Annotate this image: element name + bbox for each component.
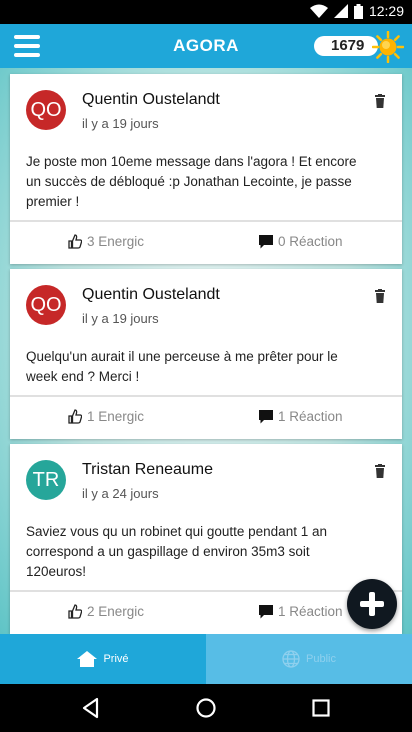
- author-name: Quentin Oustelandt: [82, 286, 220, 303]
- energic-count: 2 Energic: [87, 604, 145, 619]
- comment-icon: [259, 234, 273, 248]
- post-card: QO Quentin Oustelandt il y a 19 jours Je…: [10, 74, 402, 264]
- avatar: QO: [26, 90, 66, 130]
- post-card: TR Tristan Reneaume il y a 24 jours Savi…: [10, 444, 402, 634]
- reaction-button[interactable]: 0 Réaction: [259, 234, 343, 249]
- tab-bar: Privé Public: [0, 634, 412, 684]
- status-time: 12:29: [368, 3, 404, 19]
- energic-button[interactable]: 1 Energic: [68, 409, 144, 424]
- message-line: 120euros!: [26, 564, 87, 579]
- author-name: Tristan Reneaume: [82, 461, 214, 478]
- reaction-count: 1 Réaction: [278, 604, 343, 619]
- post-message: Quelqu'un aurait il une perceuse à me pr…: [26, 347, 386, 387]
- globe-icon: [282, 650, 300, 668]
- reaction-count: 0 Réaction: [278, 234, 343, 249]
- energy-score: 1679: [314, 36, 378, 56]
- tab-public[interactable]: Public: [206, 634, 412, 684]
- reaction-button[interactable]: 1 Réaction: [259, 604, 343, 619]
- tab-public-label: Public: [306, 653, 336, 665]
- thumbs-up-icon: [68, 234, 82, 249]
- post-feed[interactable]: QO Quentin Oustelandt il y a 19 jours Je…: [0, 68, 412, 634]
- signal-icon: [333, 4, 348, 18]
- author-name: Quentin Oustelandt: [82, 91, 220, 108]
- recents-icon[interactable]: [309, 696, 333, 720]
- energic-button[interactable]: 3 Energic: [68, 234, 144, 249]
- trash-icon[interactable]: [374, 464, 386, 478]
- message-line: premier !: [26, 194, 80, 209]
- thumbs-up-icon: [68, 409, 82, 424]
- message-line: Je poste mon 10eme message dans l'agora …: [26, 154, 357, 169]
- reaction-count: 1 Réaction: [278, 409, 343, 424]
- post-time: il y a 24 jours: [82, 486, 159, 501]
- divider: [10, 220, 402, 222]
- trash-icon[interactable]: [374, 289, 386, 303]
- comment-icon: [259, 409, 273, 423]
- post-message: Je poste mon 10eme message dans l'agora …: [26, 152, 386, 212]
- post-time: il y a 19 jours: [82, 116, 159, 131]
- app-bar: AGORA 1679: [0, 24, 412, 68]
- thumbs-up-icon: [68, 604, 82, 619]
- post-card: QO Quentin Oustelandt il y a 19 jours Qu…: [10, 269, 402, 439]
- message-line: Quelqu'un aurait il une perceuse à me pr…: [26, 349, 338, 364]
- message-line: Saviez vous qu un robinet qui goutte pen…: [26, 524, 327, 539]
- tab-private-label: Privé: [103, 653, 129, 665]
- divider: [10, 590, 402, 592]
- energic-count: 3 Energic: [87, 234, 145, 249]
- avatar: TR: [26, 460, 66, 500]
- trash-icon[interactable]: [374, 94, 386, 108]
- system-nav-bar: [0, 684, 412, 732]
- battery-icon: [353, 3, 363, 19]
- energic-count: 1 Energic: [87, 409, 145, 424]
- message-line: week end ? Merci !: [26, 369, 140, 384]
- reaction-button[interactable]: 1 Réaction: [259, 409, 343, 424]
- energic-button[interactable]: 2 Energic: [68, 604, 144, 619]
- status-bar: 12:29: [0, 0, 412, 24]
- sun-icon: [372, 31, 404, 63]
- add-post-button[interactable]: [347, 579, 397, 629]
- home-button-icon[interactable]: [194, 696, 218, 720]
- back-icon[interactable]: [79, 696, 103, 720]
- post-time: il y a 19 jours: [82, 311, 159, 326]
- avatar: QO: [26, 285, 66, 325]
- message-line: un succès de débloqué :p Jonathan Lecoin…: [26, 174, 352, 189]
- home-icon: [77, 651, 98, 667]
- message-line: correspond a un gaspillage d environ 35m…: [26, 544, 310, 559]
- comment-icon: [259, 604, 273, 618]
- wifi-icon: [309, 4, 328, 18]
- divider: [10, 395, 402, 397]
- post-message: Saviez vous qu un robinet qui goutte pen…: [26, 522, 386, 582]
- status-icons: 12:29: [309, 3, 404, 19]
- tab-private[interactable]: Privé: [0, 634, 206, 684]
